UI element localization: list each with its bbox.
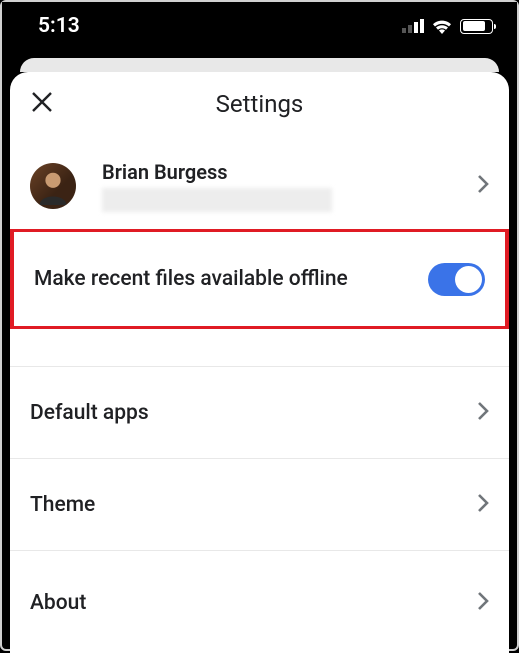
account-name: Brian Burgess [102, 160, 477, 184]
theme-row[interactable]: Theme [10, 459, 509, 551]
cellular-signal-icon [402, 19, 424, 33]
status-icons [402, 18, 493, 34]
background-sheet [20, 58, 499, 72]
spacer [10, 329, 509, 367]
chevron-right-icon [477, 591, 489, 615]
offline-toggle[interactable] [428, 263, 485, 296]
status-time: 5:13 [38, 14, 80, 38]
about-row[interactable]: About [10, 551, 509, 621]
close-button[interactable] [28, 90, 56, 118]
default-apps-row[interactable]: Default apps [10, 367, 509, 459]
theme-label: Theme [30, 493, 477, 517]
sheet-header: Settings [10, 72, 509, 136]
account-email-redacted [102, 188, 332, 212]
wifi-icon [431, 18, 453, 34]
settings-sheet: Settings Brian Burgess Make recent files… [10, 72, 509, 653]
battery-icon [460, 19, 493, 34]
page-title: Settings [10, 90, 509, 118]
status-bar: 5:13 [2, 2, 517, 58]
avatar [30, 163, 76, 209]
offline-label: Make recent files available offline [34, 267, 428, 291]
toggle-knob [455, 266, 482, 293]
close-icon [31, 91, 53, 117]
chevron-right-icon [477, 174, 489, 198]
chevron-right-icon [477, 401, 489, 425]
account-info: Brian Burgess [102, 160, 477, 212]
chevron-right-icon [477, 493, 489, 517]
offline-row[interactable]: Make recent files available offline [10, 229, 509, 329]
about-label: About [30, 591, 477, 615]
account-row[interactable]: Brian Burgess [10, 136, 509, 230]
default-apps-label: Default apps [30, 401, 477, 425]
